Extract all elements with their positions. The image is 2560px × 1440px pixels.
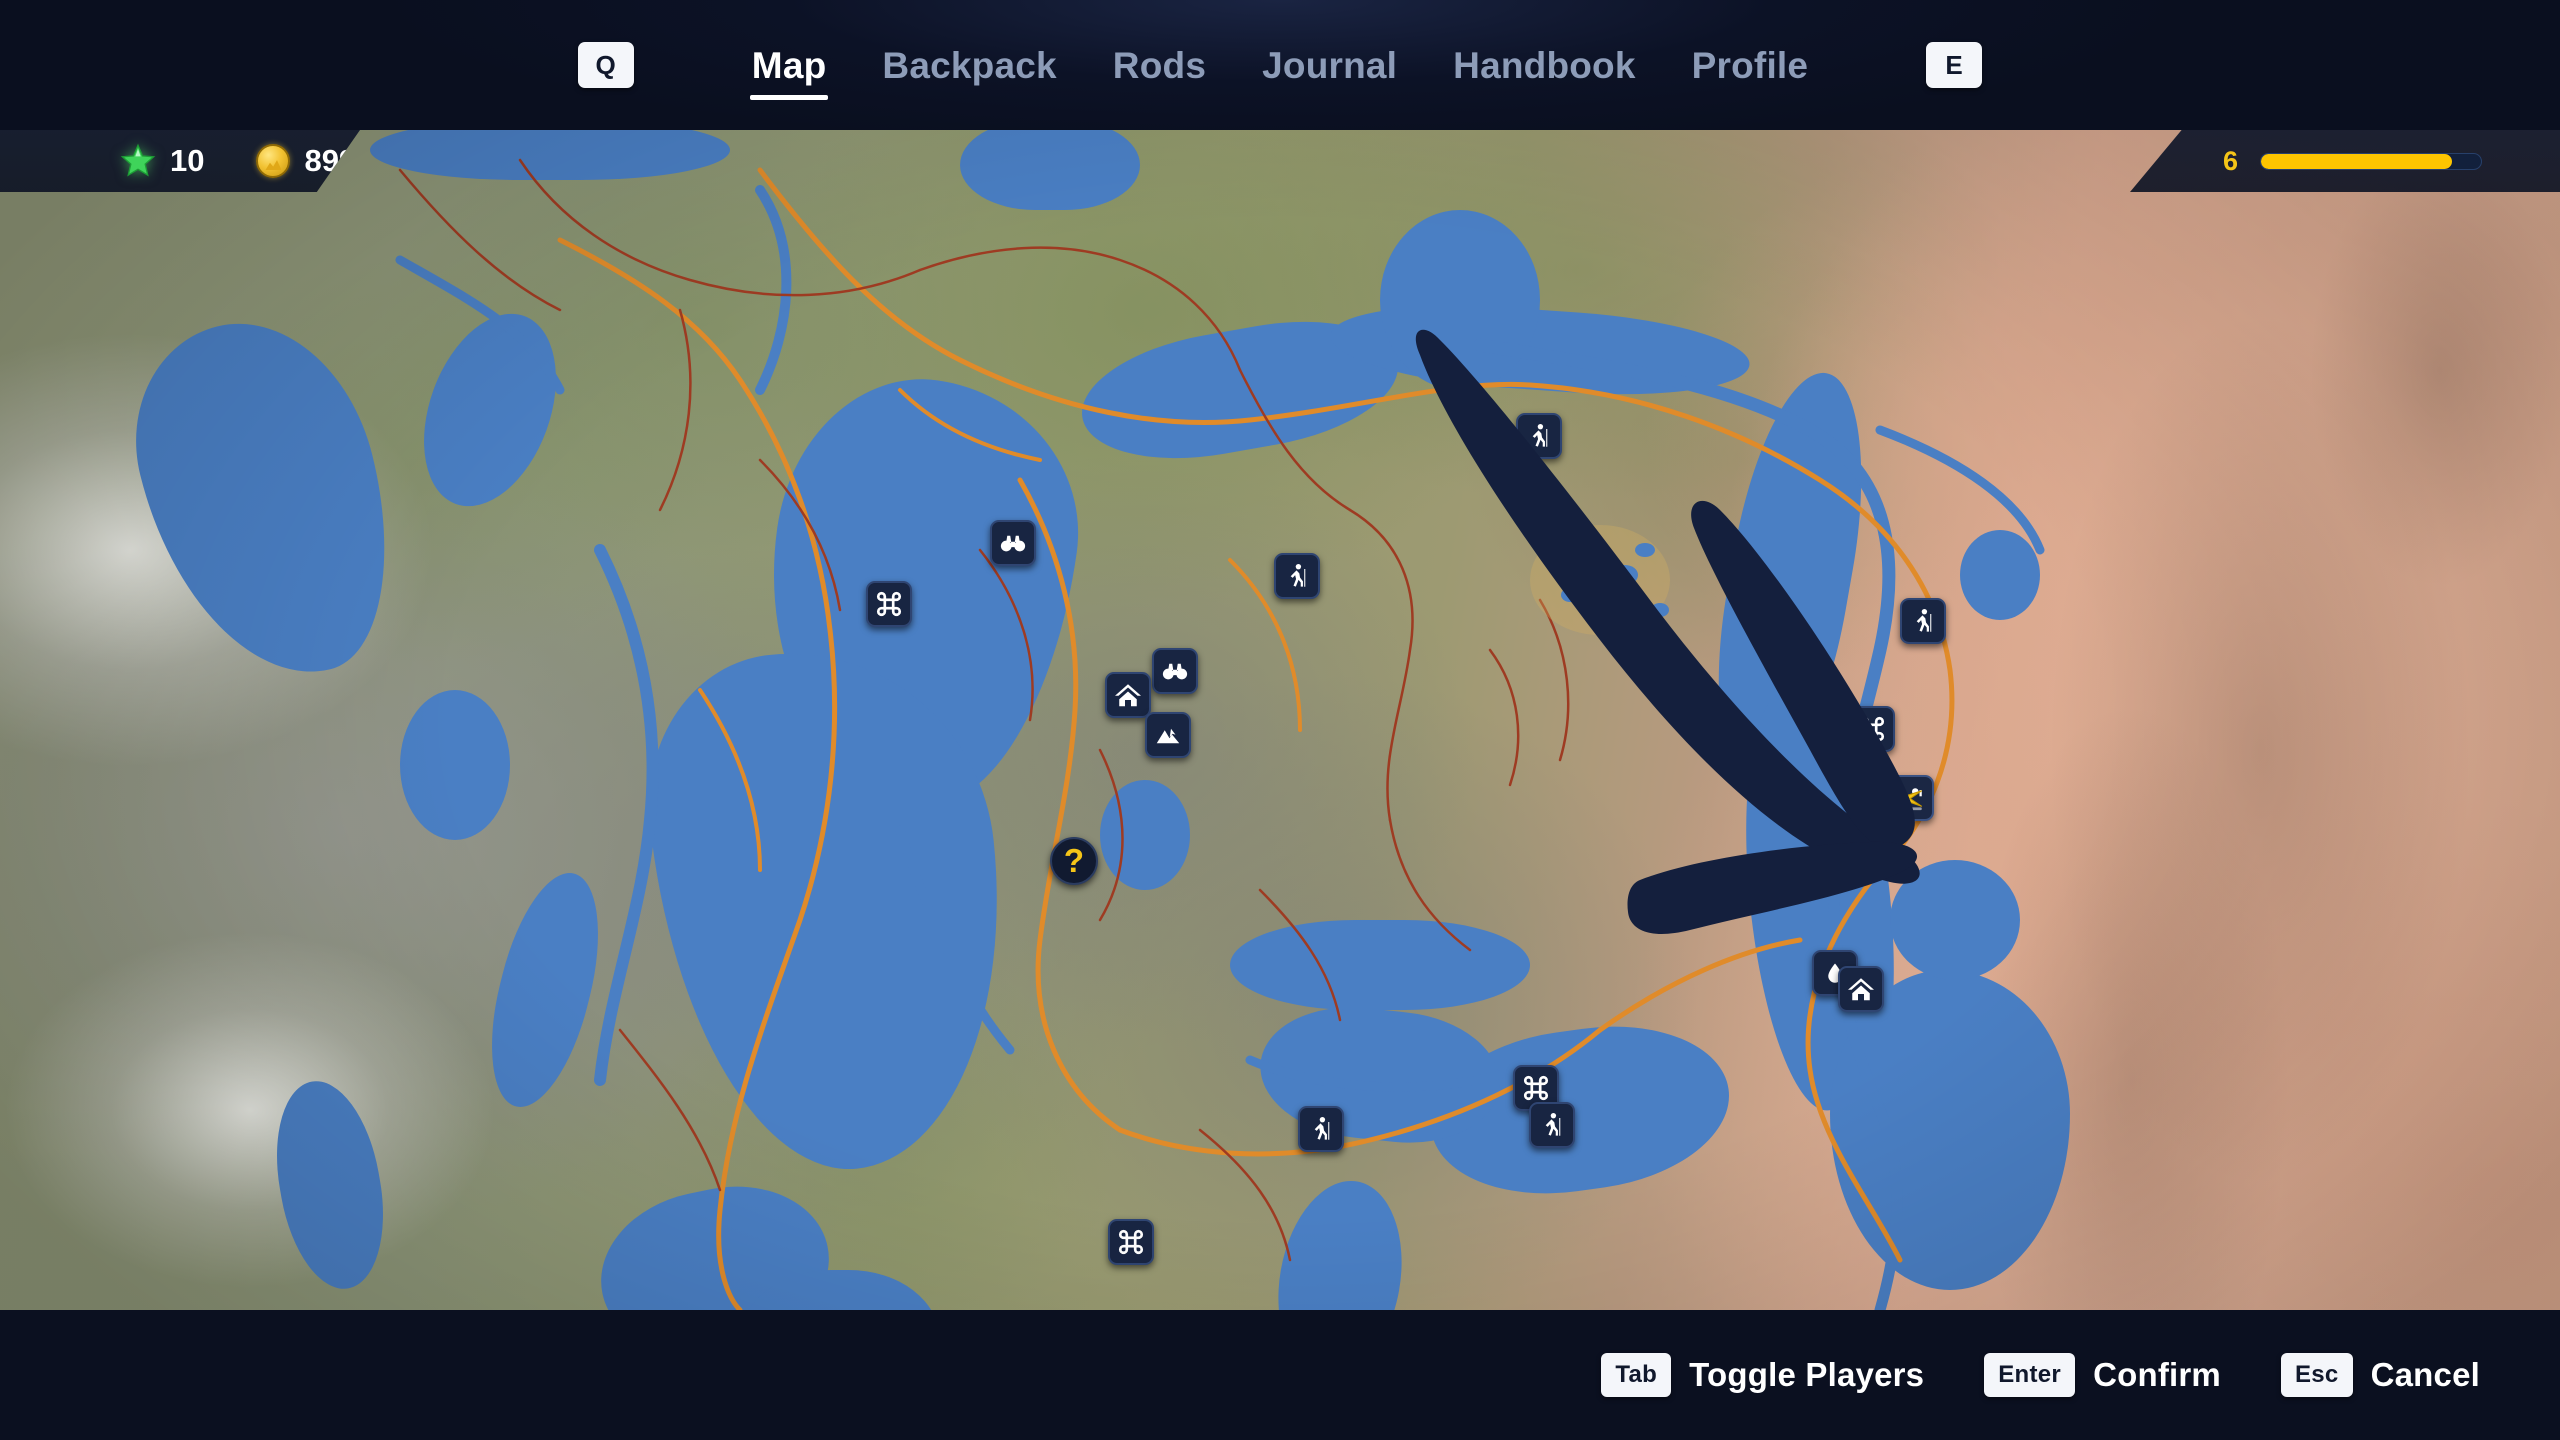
- toggle-players-label: Toggle Players: [1689, 1356, 1925, 1393]
- marker-hiker-north[interactable]: [1516, 413, 1562, 459]
- star-icon: [120, 143, 156, 179]
- marker-mystery-quest[interactable]: ?: [1050, 837, 1098, 885]
- tab-handbook[interactable]: Handbook: [1425, 47, 1663, 84]
- cancel-label: Cancel: [2370, 1356, 2480, 1393]
- marker-hiker-southeast[interactable]: [1529, 1102, 1575, 1148]
- hiker-icon: [1909, 607, 1937, 635]
- marker-lookout-center[interactable]: [1152, 648, 1198, 694]
- marker-loop-east[interactable]: [1849, 706, 1895, 752]
- marker-peak-center[interactable]: [1145, 712, 1191, 758]
- tab-keycap[interactable]: Tab: [1601, 1353, 1672, 1397]
- map-canvas[interactable]: ?: [0, 130, 2560, 1310]
- marker-lookout-west[interactable]: [990, 520, 1036, 566]
- tab-rods[interactable]: Rods: [1085, 47, 1234, 84]
- hud-star-stat: 10: [120, 143, 204, 179]
- hint-toggle-players[interactable]: Tab Toggle Players: [1601, 1353, 1924, 1397]
- level-value: 6: [2222, 145, 2238, 176]
- marker-home-east[interactable]: [1838, 966, 1884, 1012]
- house-icon: [1846, 974, 1876, 1004]
- esc-keycap[interactable]: Esc: [2280, 1353, 2353, 1397]
- command-icon: [1522, 1074, 1550, 1102]
- marker-hiker-south[interactable]: [1298, 1106, 1344, 1152]
- marker-selected-destination[interactable]: [1888, 775, 1934, 821]
- hiker-icon: [1525, 422, 1553, 450]
- mountain-icon: [1153, 720, 1183, 750]
- confirm-label: Confirm: [2093, 1356, 2221, 1393]
- tab-profile[interactable]: Profile: [1664, 47, 1837, 84]
- command-icon: [875, 590, 903, 618]
- hud-currency-panel: 10 899: [0, 130, 360, 192]
- binoculars-icon: [998, 528, 1028, 558]
- next-tab-keycap[interactable]: E: [1926, 42, 1983, 88]
- hiker-icon: [1283, 562, 1311, 590]
- house-icon: [1113, 680, 1143, 710]
- tab-journal[interactable]: Journal: [1234, 47, 1425, 84]
- coin-icon: [256, 144, 291, 178]
- top-nav-bar: Q Map Backpack Rods Journal Handbook Pro…: [0, 0, 2560, 130]
- binoculars-icon: [1160, 656, 1190, 686]
- hint-cancel[interactable]: Esc Cancel: [2280, 1353, 2480, 1397]
- star-value: 10: [170, 143, 205, 178]
- enter-keycap[interactable]: Enter: [1984, 1353, 2076, 1397]
- marker-loop-west[interactable]: [866, 581, 912, 627]
- footer-hint-bar: Tab Toggle Players Enter Confirm Esc Can…: [0, 1310, 2560, 1440]
- marker-loop-southwest[interactable]: [1108, 1219, 1154, 1265]
- nav-container: Q Map Backpack Rods Journal Handbook Pro…: [0, 0, 2560, 130]
- xp-progress-fill: [2261, 153, 2453, 169]
- question-icon: ?: [1063, 842, 1085, 879]
- hiker-icon: [1307, 1115, 1335, 1143]
- cursor-arrow-icon: [1894, 781, 1928, 815]
- marker-home-center[interactable]: [1105, 672, 1151, 718]
- hint-confirm[interactable]: Enter Confirm: [1984, 1353, 2221, 1397]
- hiker-icon: [1538, 1111, 1566, 1139]
- map-vectors: [395, 158, 2045, 1310]
- prev-tab-keycap[interactable]: Q: [577, 42, 634, 88]
- marker-hiker-center[interactable]: [1274, 553, 1320, 599]
- hud-level-panel: 6: [2130, 130, 2560, 192]
- nav-tabs: Map Backpack Rods Journal Handbook Profi…: [724, 47, 1837, 100]
- xp-progress-bar: [2260, 152, 2482, 170]
- command-icon: [1117, 1228, 1145, 1256]
- tab-backpack[interactable]: Backpack: [854, 47, 1084, 84]
- tab-map[interactable]: Map: [724, 47, 855, 100]
- marker-hiker-east[interactable]: [1900, 598, 1946, 644]
- command-icon: [1858, 715, 1886, 743]
- game-map-screen: Q Map Backpack Rods Journal Handbook Pro…: [0, 0, 2560, 1440]
